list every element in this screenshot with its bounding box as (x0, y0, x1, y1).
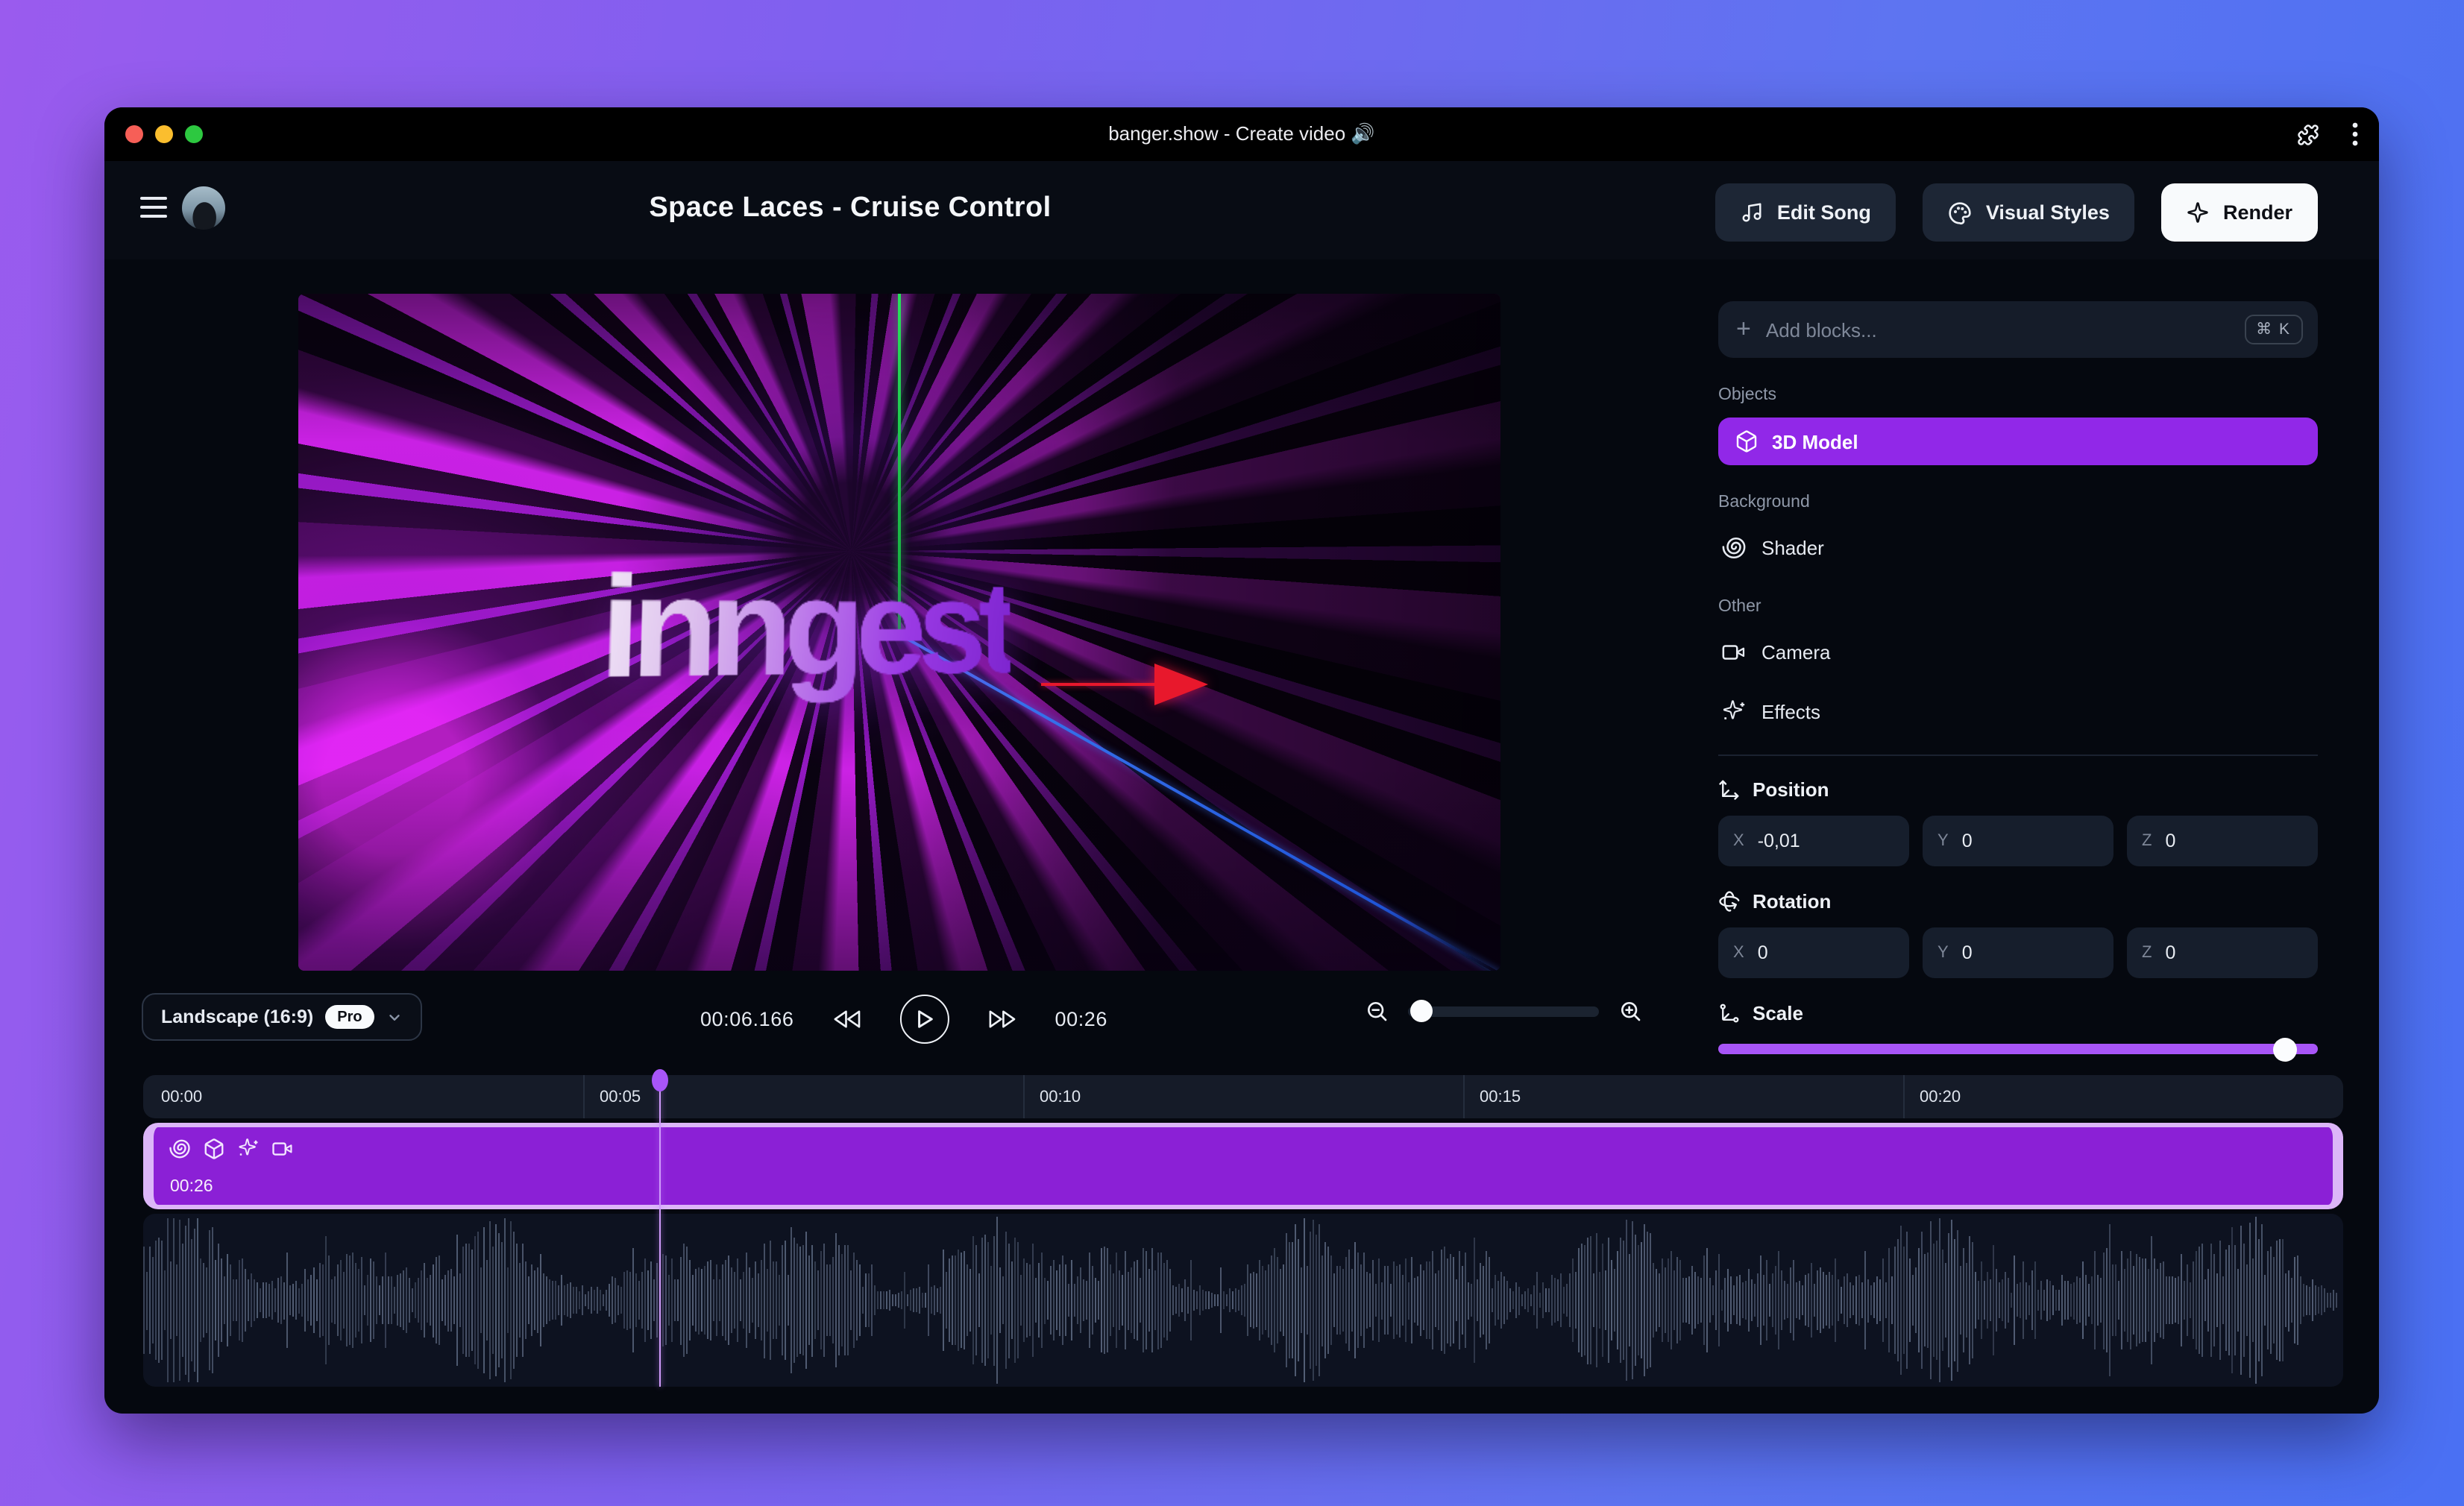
ruler-tick: 00:15 (1463, 1075, 1903, 1118)
video-clip[interactable]: 00:26 (143, 1123, 2343, 1209)
zoom-in-icon[interactable] (1618, 999, 1642, 1023)
rotation-label: Rotation (1753, 890, 1831, 913)
camera-icon (1721, 639, 1747, 664)
ruler-tick: 00:00 (143, 1075, 583, 1118)
scale-slider-thumb[interactable] (2273, 1037, 2297, 1061)
section-background: Background (1718, 494, 2318, 511)
scale-icon (1718, 1002, 1741, 1024)
scale-slider[interactable] (1718, 1044, 2318, 1054)
close-window-button[interactable] (125, 125, 143, 143)
play-button[interactable] (899, 994, 949, 1043)
window-title: banger.show - Create video 🔊 (1108, 122, 1375, 146)
browser-menu-icon[interactable] (2352, 122, 2358, 146)
block-camera[interactable]: Camera (1718, 629, 2318, 674)
edit-song-button[interactable]: Edit Song (1716, 183, 1896, 242)
properties-panel: + Add blocks... ⌘ K Objects 3D Model Bac… (1718, 301, 2318, 1071)
shader-icon (169, 1138, 191, 1160)
timeline-zoom-slider[interactable] (1408, 1006, 1599, 1016)
position-fields: X -0,01 Y0 Z0 (1718, 816, 2318, 866)
rotation-icon (1718, 890, 1741, 913)
position-x-field[interactable]: X -0,01 (1718, 816, 1909, 866)
3d-model-icon (203, 1138, 225, 1160)
chevron-down-icon (386, 1009, 403, 1025)
zoom-out-icon[interactable] (1365, 999, 1389, 1023)
rotation-fields: X0 Y0 Z0 (1718, 927, 2318, 978)
effects-icon (1721, 699, 1747, 724)
avatar[interactable] (182, 186, 225, 230)
transport-bar: Landscape (16:9) Pro 00:06.166 00:26 (104, 993, 1685, 1044)
timeline: 00:00 00:05 00:10 00:15 00:20 00:26 (143, 1075, 2343, 1387)
plus-icon: + (1736, 316, 1751, 341)
current-time: 00:06.166 (700, 1007, 794, 1030)
block-3d-model[interactable]: 3D Model (1718, 418, 2318, 465)
maximize-window-button[interactable] (185, 125, 203, 143)
zoom-slider-thumb[interactable] (1410, 1000, 1433, 1022)
rewind-icon[interactable] (832, 1007, 861, 1030)
gizmo-x-axis[interactable] (1041, 683, 1157, 686)
audio-waveform[interactable] (143, 1214, 2343, 1387)
section-other: Other (1718, 598, 2318, 616)
shader-icon (1721, 535, 1747, 560)
playhead-line (659, 1084, 661, 1387)
position-y-field[interactable]: Y0 (1923, 816, 2113, 866)
ruler-tick: 00:10 (1023, 1075, 1463, 1118)
ruler-tick: 00:05 (583, 1075, 1023, 1118)
scale-label: Scale (1753, 1002, 1803, 1024)
clip-block-icons (169, 1138, 294, 1160)
position-label: Position (1753, 778, 1829, 801)
gizmo-x-arrowhead[interactable] (1154, 664, 1208, 705)
page-title: Space Laces - Cruise Control (649, 192, 1051, 225)
palette-icon (1949, 201, 1973, 224)
position-z-field[interactable]: Z0 (2127, 816, 2318, 866)
rotation-z-field[interactable]: Z0 (2127, 927, 2318, 978)
camera-icon (271, 1138, 294, 1160)
visual-styles-button[interactable]: Visual Styles (1923, 183, 2135, 242)
minimize-window-button[interactable] (155, 125, 173, 143)
app-header: Space Laces - Cruise Control Edit Song V… (104, 161, 2379, 259)
rotation-x-field[interactable]: X0 (1718, 927, 1909, 978)
aspect-ratio-dropdown[interactable]: Landscape (16:9) Pro (142, 993, 422, 1041)
pro-badge: Pro (325, 1005, 374, 1029)
position-icon (1718, 778, 1741, 801)
3d-model-icon (1735, 429, 1759, 453)
music-note-icon (1741, 201, 1764, 224)
video-preview[interactable]: inngest (298, 294, 1500, 971)
total-duration: 00:26 (1055, 1007, 1107, 1030)
block-shader[interactable]: Shader (1718, 525, 2318, 570)
section-objects: Objects (1718, 386, 2318, 404)
sparkle-icon (2187, 201, 2210, 224)
ruler-tick: 00:20 (1903, 1075, 2343, 1118)
add-blocks-input[interactable]: + Add blocks... ⌘ K (1718, 301, 2318, 358)
effects-icon (237, 1138, 260, 1160)
render-button[interactable]: Render (2162, 183, 2318, 242)
block-effects[interactable]: Effects (1718, 689, 2318, 734)
menu-icon[interactable] (140, 197, 167, 218)
fast-forward-icon[interactable] (987, 1007, 1016, 1030)
titlebar: banger.show - Create video 🔊 (104, 107, 2379, 161)
desktop: banger.show - Create video 🔊 Space Laces… (0, 0, 2464, 1506)
traffic-lights (125, 125, 203, 143)
clip-duration: 00:26 (170, 1178, 213, 1196)
extensions-icon[interactable] (2297, 123, 2319, 145)
3d-model-text[interactable]: inngest (598, 546, 1011, 712)
shortcut-badge: ⌘ K (2244, 315, 2303, 344)
timeline-ruler[interactable]: 00:00 00:05 00:10 00:15 00:20 (143, 1075, 2343, 1118)
rotation-y-field[interactable]: Y0 (1923, 927, 2113, 978)
app-window: banger.show - Create video 🔊 Space Laces… (104, 107, 2379, 1414)
divider (1718, 754, 2318, 756)
